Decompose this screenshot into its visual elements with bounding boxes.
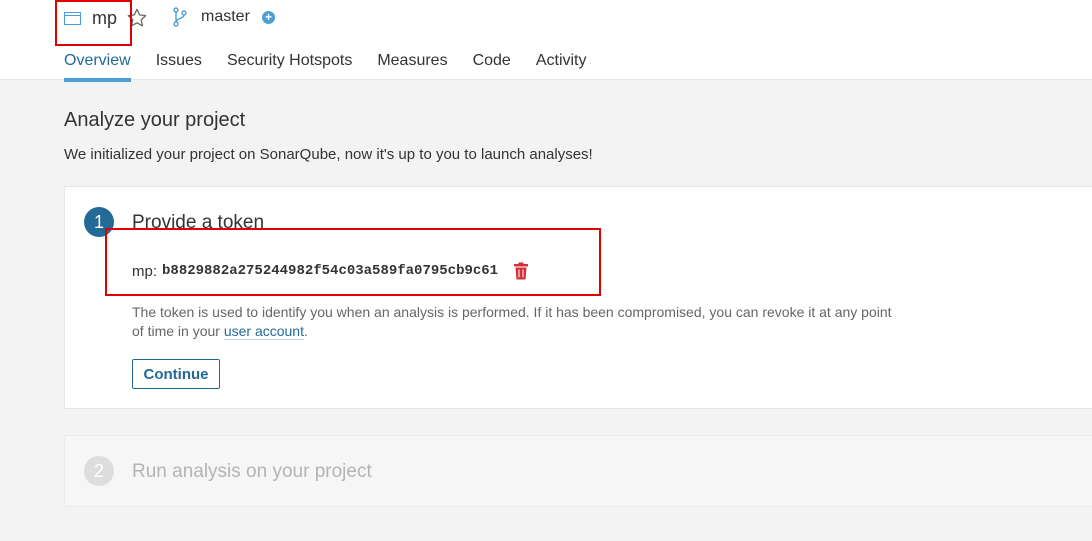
trash-icon[interactable] xyxy=(513,262,529,280)
tab-measures[interactable]: Measures xyxy=(377,52,447,76)
project-window-icon xyxy=(64,11,81,25)
tab-activity[interactable]: Activity xyxy=(536,52,587,76)
plus-circle-icon[interactable]: + xyxy=(262,11,275,24)
tab-code[interactable]: Code xyxy=(473,52,511,76)
token-value: b8829882a275244982f54c03a589fa0795cb9c61 xyxy=(162,263,499,279)
user-account-link[interactable]: user account xyxy=(223,323,304,340)
token-label: mp: xyxy=(132,262,158,280)
tab-overview[interactable]: Overview xyxy=(64,52,131,82)
tab-security-hotspots[interactable]: Security Hotspots xyxy=(227,52,352,76)
project-header: mp master + Overview Issues Security Hot… xyxy=(0,0,1092,82)
token-row: mp: b8829882a275244982f54c03a589fa0795cb… xyxy=(132,262,529,280)
project-title-row: mp xyxy=(64,6,148,30)
tab-issues[interactable]: Issues xyxy=(156,52,202,76)
project-tabs: Overview Issues Security Hotspots Measur… xyxy=(64,52,612,82)
page-title: Analyze your project xyxy=(64,109,246,131)
token-help-text: The token is used to identify you when a… xyxy=(132,303,892,341)
star-icon[interactable] xyxy=(126,7,148,29)
help-text-end: . xyxy=(304,323,308,339)
step-title-2: Run analysis on your project xyxy=(132,461,372,482)
step-number-2: 2 xyxy=(84,456,114,486)
project-name[interactable]: mp xyxy=(92,8,117,29)
branch-name[interactable]: master xyxy=(201,8,250,26)
page-subtitle: We initialized your project on SonarQube… xyxy=(64,146,593,163)
step-title-1: Provide a token xyxy=(132,212,265,233)
branch-icon xyxy=(173,7,187,27)
continue-button[interactable]: Continue xyxy=(132,359,220,389)
step-number-1: 1 xyxy=(84,207,114,237)
